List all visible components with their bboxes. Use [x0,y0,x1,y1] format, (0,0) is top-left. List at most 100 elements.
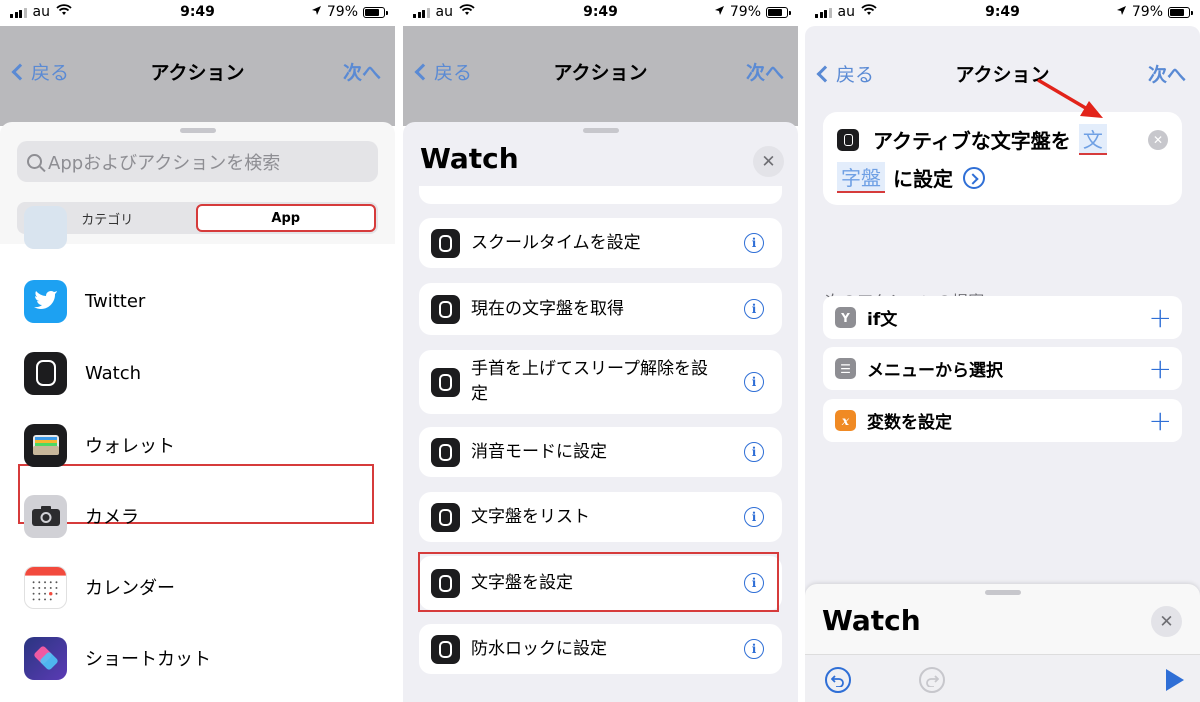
info-icon[interactable]: i [744,299,764,319]
battery-icon [766,6,791,18]
nav-title: アクション [150,62,245,84]
nav-title: アクション [955,64,1050,86]
camera-icon [24,494,67,538]
info-icon[interactable]: i [744,372,764,392]
sheet-grabber[interactable] [179,128,216,133]
suggestion-item[interactable]: ☰ メニューから選択 + [823,347,1182,390]
wallet-icon [24,423,67,467]
info-icon[interactable]: i [744,639,764,659]
battery-percent: 79% [1131,4,1163,20]
list-item-calendar[interactable]: カレンダー [0,556,395,618]
app-label: Watch [85,362,142,384]
sheet-title: Watch [420,142,519,175]
watch-icon [431,367,460,397]
next-button[interactable]: 次へ [343,58,381,85]
action-label: 防水ロックに設定 [471,638,607,659]
if-icon: Y [835,307,856,328]
location-icon [1116,4,1127,20]
watch-bottom-sheet: Watch ✕ [805,584,1200,702]
battery-percent: 79% [729,4,761,20]
action-item[interactable]: 消音モードに設定 i [419,427,782,477]
watch-icon [24,351,67,395]
list-item-wallet[interactable]: ウォレット [0,414,395,476]
watch-icon [837,128,859,151]
list-item-twitter[interactable]: Twitter [0,270,395,332]
dimmed-background: 戻る アクション 次へ [0,26,395,126]
info-icon[interactable]: i [744,442,764,462]
app-label: カメラ [85,507,139,528]
segmented-control: カテゴリ App [17,202,378,234]
play-icon[interactable] [1166,669,1184,691]
sheet-grabber[interactable] [984,590,1021,595]
next-button[interactable]: 次へ [1148,60,1186,87]
list-item-watch[interactable]: Watch [0,342,395,404]
list-item-shortcuts[interactable]: ショートカット [0,627,395,689]
nav-bar: 戻る アクション 次へ [0,52,395,92]
battery-icon [363,6,388,18]
action-sheet: Appおよびアクションを検索 カテゴリ App Twitter Watch ウォ… [0,122,395,702]
sheet-grabber[interactable] [582,128,619,133]
next-button[interactable]: 次へ [746,58,784,85]
expand-chevron-icon[interactable] [963,166,985,189]
nav-bar: 戻る アクション 次へ [805,54,1200,94]
twitter-icon [24,279,67,323]
search-input[interactable]: Appおよびアクションを検索 [17,141,378,182]
suggestion-label: メニューから選択 [867,361,1003,381]
action-partial [419,186,782,204]
action-item[interactable]: 防水ロックに設定 i [419,624,782,674]
action-label: 現在の文字盤を取得 [471,298,624,319]
clear-icon[interactable]: ✕ [1148,130,1168,150]
watch-icon [431,502,460,532]
action-item[interactable]: スクールタイムを設定 i [419,218,782,268]
app-label: ショートカット [85,649,211,670]
watch-icon [431,437,460,467]
list-item-partial [0,206,395,252]
info-icon[interactable]: i [744,233,764,253]
close-button[interactable]: ✕ [753,146,784,177]
plus-icon[interactable]: + [1149,354,1172,383]
action-label: 消音モードに設定 [471,441,607,462]
watch-icon [431,634,460,664]
segment-app[interactable]: App [195,204,376,232]
suggestion-item[interactable]: Y if文 + [823,296,1182,339]
info-icon[interactable]: i [744,507,764,527]
suggestion-label: 変数を設定 [867,413,952,433]
app-list: Twitter Watch ウォレット カメラ カレンダー ショートカット [0,206,395,702]
shortcuts-icon [24,636,67,680]
action-label: スクールタイムを設定 [471,232,641,253]
action-item[interactable]: 文字盤をリスト i [419,492,782,542]
card-text: アクティブな文字盤を [873,129,1071,153]
watch-icon [431,228,460,258]
face-parameter-token-cont[interactable]: 字盤 [837,162,885,193]
plus-icon[interactable]: + [1149,406,1172,435]
close-button[interactable]: ✕ [1151,606,1182,637]
search-icon [27,154,42,169]
action-item[interactable]: 現在の文字盤を取得 i [419,283,782,335]
calendar-icon [24,565,67,609]
watch-sheet: Watch ✕ スクールタイムを設定 i 現在の文字盤を取得 i 手首を上げてス… [403,122,798,702]
card-text-suffix: に設定 [893,167,953,191]
status-bar: au 9:49 79% [403,0,798,26]
list-item-camera[interactable]: カメラ [0,485,395,547]
suggestion-item[interactable]: x 変数を設定 + [823,399,1182,442]
suggestion-label: if文 [867,310,898,330]
battery-icon [1168,6,1193,18]
phone-watch-actions: au 9:49 79% 戻る アクション 次へ Watch ✕ スクールタイムを… [403,0,798,702]
menu-icon: ☰ [835,358,856,379]
phone-action-editor: au 9:49 79% 戻る アクション 次へ アクティブな文字盤を 文 字盤 [805,0,1200,702]
action-item[interactable]: 手首を上げてスリープ解除を設定 i [419,350,782,414]
sheet-title: Watch [822,604,921,637]
plus-icon[interactable]: + [1149,303,1172,332]
battery-percent: 79% [326,4,358,20]
editor-toolbar [805,654,1200,702]
watch-icon [431,294,460,324]
face-parameter-token[interactable]: 文 [1078,124,1107,155]
action-label: 手首を上げてスリープ解除を設定 [471,359,708,404]
undo-icon[interactable] [825,667,851,693]
dimmed-background: 戻る アクション 次へ [403,26,798,126]
variable-icon: x [835,410,856,431]
nav-title: アクション [553,62,648,84]
action-card: アクティブな文字盤を 文 字盤 に設定 ✕ [823,112,1182,205]
redo-icon[interactable] [919,667,945,693]
location-icon [311,4,322,20]
